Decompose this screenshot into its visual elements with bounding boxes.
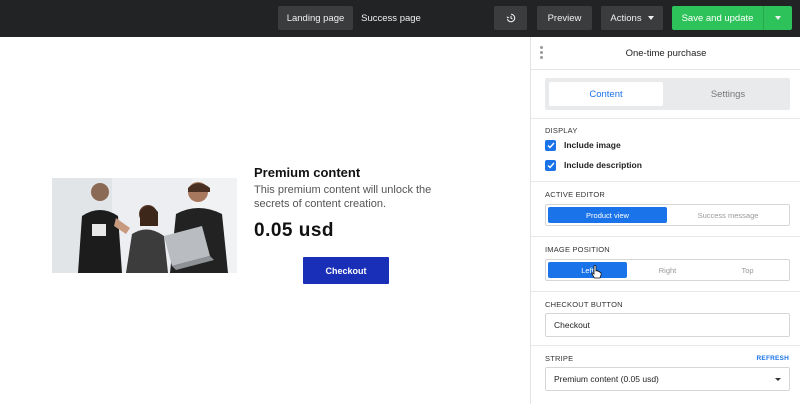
include-image-checkbox[interactable]: Include image <box>545 139 621 151</box>
refresh-link[interactable]: REFRESH <box>757 355 789 362</box>
save-options-dropdown[interactable] <box>763 6 792 30</box>
divider <box>531 181 800 182</box>
stripe-product-select[interactable]: Premium content (0.05 usd) <box>545 367 790 391</box>
panel-title: One-time purchase <box>625 48 707 59</box>
product-price: 0.05 usd <box>254 220 335 241</box>
page-canvas: Premium content This premium content wil… <box>0 37 530 404</box>
image-position-selector: Left Right Top <box>545 259 790 281</box>
image-position-label: IMAGE POSITION <box>545 245 610 254</box>
history-icon <box>506 13 515 23</box>
preview-button[interactable]: Preview <box>537 6 592 30</box>
checkout-button[interactable]: Checkout <box>303 257 389 284</box>
chevron-down-icon <box>775 16 781 20</box>
tab-settings[interactable]: Settings <box>671 82 785 106</box>
settings-panel: One-time purchase Content Settings DISPL… <box>530 37 800 404</box>
divider <box>531 345 800 346</box>
option-success-message[interactable]: Success message <box>669 207 787 223</box>
chevron-down-icon <box>775 378 781 381</box>
stripe-label: STRIPE <box>545 354 574 363</box>
include-image-label: Include image <box>564 140 621 150</box>
checkbox-checked-icon <box>545 159 556 171</box>
option-right[interactable]: Right <box>628 262 707 278</box>
tab-content[interactable]: Content <box>549 82 663 106</box>
tab-landing-page[interactable]: Landing page <box>278 6 353 30</box>
panel-header: One-time purchase <box>531 37 800 70</box>
actions-button[interactable]: Actions <box>601 6 663 30</box>
divider <box>531 118 800 119</box>
checkbox-checked-icon <box>545 139 556 151</box>
hand-cursor-icon <box>591 265 602 279</box>
tab-success-page[interactable]: Success page <box>355 6 427 30</box>
product-photo <box>52 178 237 273</box>
product-image[interactable] <box>52 178 237 273</box>
history-button[interactable] <box>494 6 527 30</box>
save-and-update-button[interactable]: Save and update <box>672 6 763 30</box>
active-editor-selector: Product view Success message <box>545 204 790 226</box>
include-description-label: Include description <box>564 160 642 170</box>
divider <box>531 291 800 292</box>
chevron-down-icon <box>647 16 654 20</box>
checkout-button-text-input[interactable]: Checkout <box>545 313 790 337</box>
product-description: This premium content will unlock the sec… <box>254 184 432 210</box>
checkout-button-label: CHECKOUT BUTTON <box>545 300 623 309</box>
option-top[interactable]: Top <box>708 262 787 278</box>
divider <box>531 236 800 237</box>
actions-label: Actions <box>610 12 642 24</box>
panel-tabs: Content Settings <box>545 78 790 110</box>
option-product-view[interactable]: Product view <box>548 207 667 223</box>
product-title: Premium content <box>254 165 361 180</box>
stripe-selected-value: Premium content (0.05 usd) <box>554 374 659 384</box>
include-description-checkbox[interactable]: Include description <box>545 159 642 171</box>
top-toolbar: Landing page Success page Preview Action… <box>0 0 800 37</box>
active-editor-label: ACTIVE EDITOR <box>545 190 605 199</box>
display-section-label: DISPLAY <box>545 126 578 135</box>
option-left[interactable]: Left <box>548 262 627 278</box>
